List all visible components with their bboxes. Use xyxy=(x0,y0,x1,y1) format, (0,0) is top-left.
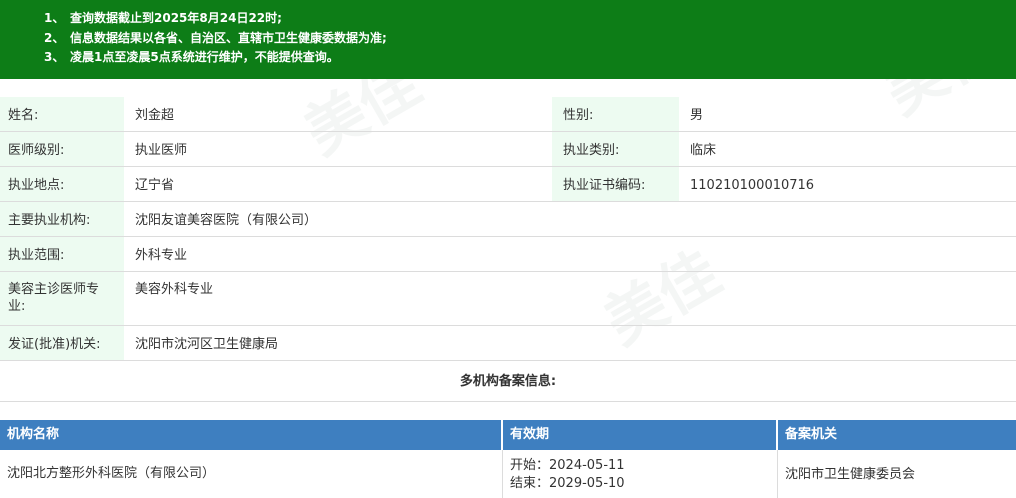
header-authority: 备案机关 xyxy=(785,427,838,442)
org-label: 主要执业机构: xyxy=(0,202,124,236)
location-value: 辽宁省 xyxy=(135,178,175,193)
row-org-name: 沈阳北方整形外科医院（有限公司） xyxy=(0,450,503,498)
multi-org-title: 多机构备案信息: xyxy=(0,362,1016,402)
cert-value: 110210100010716 xyxy=(690,178,815,193)
row-authority: 沈阳市卫生健康委员会 xyxy=(785,467,916,482)
name-value: 刘金超 xyxy=(135,108,175,123)
info-row-level: 医师级别: 执业医师 执业类别: 临床 xyxy=(0,132,1016,167)
info-row-org: 主要执业机构: 沈阳友谊美容医院（有限公司） xyxy=(0,202,1016,237)
level-value: 执业医师 xyxy=(135,143,188,158)
notice-line-2: 2、 信息数据结果以各省、自治区、直辖市卫生健康委数据为准; xyxy=(44,30,387,45)
validity-end: 结束：2029-05-10 xyxy=(510,476,625,491)
validity-start: 开始：2024-05-11 xyxy=(510,458,625,473)
issuer-label: 发证(批准)机关: xyxy=(0,326,124,360)
scope-label: 执业范围: xyxy=(0,237,124,271)
table-header: 机构名称 有效期 备案机关 xyxy=(0,420,1016,450)
cosmetic-label: 美容主诊医师专 业: xyxy=(0,272,124,325)
level-label: 医师级别: xyxy=(0,132,124,166)
row-validity: 开始：2024-05-11 结束：2029-05-10 xyxy=(503,450,778,498)
info-row-location: 执业地点: 辽宁省 执业证书编码: 110210100010716 xyxy=(0,167,1016,202)
info-row-name: 姓名: 刘金超 性别: 男 xyxy=(0,97,1016,132)
multi-org-table: 机构名称 有效期 备案机关 沈阳北方整形外科医院（有限公司） 开始：2024-0… xyxy=(0,420,1016,498)
header-validity: 有效期 xyxy=(503,420,778,450)
location-label: 执业地点: xyxy=(0,167,124,201)
doctor-info-table: 姓名: 刘金超 性别: 男 医师级别: 执业医师 执业类别: 临床 执业地点: … xyxy=(0,97,1016,361)
info-row-scope: 执业范围: 外科专业 xyxy=(0,237,1016,272)
name-label: 姓名: xyxy=(0,97,124,131)
scope-value: 外科专业 xyxy=(135,248,188,263)
notice-line-1: 1、 查询数据截止到2025年8月24日22时; xyxy=(44,11,282,25)
category-value: 临床 xyxy=(690,143,717,158)
cosmetic-value: 美容外科专业 xyxy=(135,282,214,297)
category-label: 执业类别: xyxy=(552,132,679,166)
notice-line-3: 3、 凌晨1点至凌晨5点系统进行维护，不能提供查询。 xyxy=(44,50,339,64)
cert-label: 执业证书编码: xyxy=(552,167,679,201)
notice-banner: 1、 查询数据截止到2025年8月24日22时; 2、 信息数据结果以各省、自治区、… xyxy=(0,0,1016,79)
org-value: 沈阳友谊美容医院（有限公司） xyxy=(135,213,318,228)
info-row-cosmetic: 美容主诊医师专 业: 美容外科专业 xyxy=(0,272,1016,326)
header-org-name: 机构名称 xyxy=(0,420,503,450)
gender-value: 男 xyxy=(690,108,704,123)
info-row-issuer: 发证(批准)机关: 沈阳市沈河区卫生健康局 xyxy=(0,326,1016,361)
issuer-value: 沈阳市沈河区卫生健康局 xyxy=(135,337,279,352)
table-row: 沈阳北方整形外科医院（有限公司） 开始：2024-05-11 结束：2029-0… xyxy=(0,450,1016,498)
gender-label: 性别: xyxy=(552,97,679,131)
